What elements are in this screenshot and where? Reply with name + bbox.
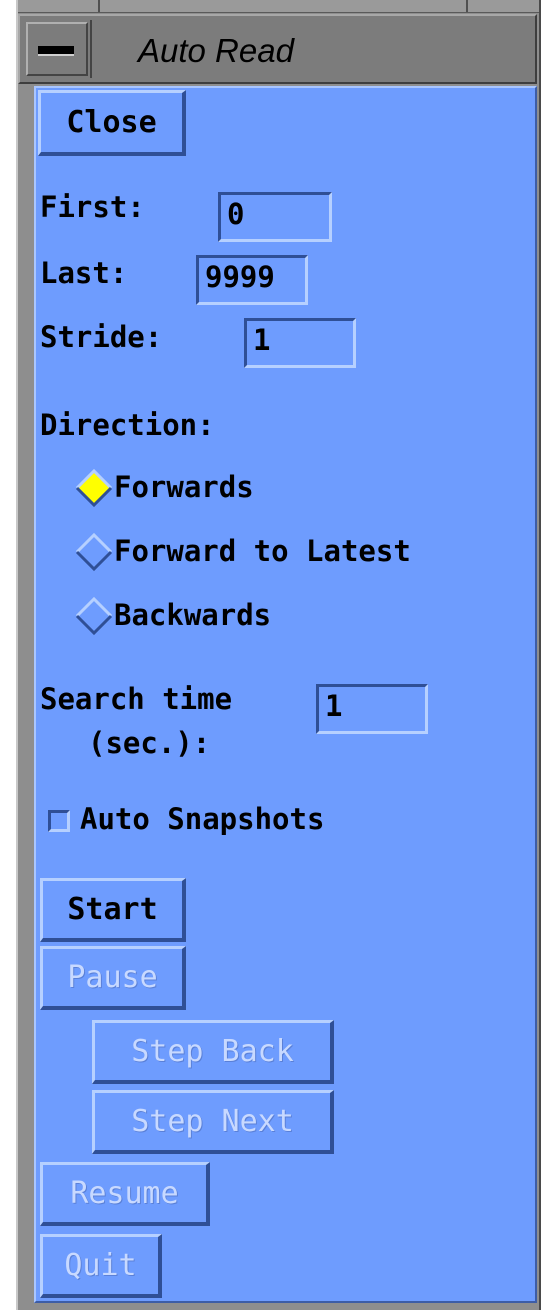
first-label: First: — [40, 190, 145, 224]
title-separator — [90, 20, 120, 78]
first-input[interactable]: 0 — [218, 192, 332, 242]
radio-unselected-icon[interactable] — [74, 596, 114, 636]
direction-option-forward-to-latest[interactable]: Forward to Latest — [114, 534, 411, 568]
last-input[interactable]: 9999 — [196, 255, 308, 305]
auto-snapshots-checkbox[interactable] — [48, 810, 70, 832]
resume-button[interactable]: Resume — [40, 1162, 210, 1226]
title-bar[interactable]: Auto Read — [18, 14, 537, 84]
step-next-button[interactable]: Step Next — [92, 1090, 334, 1154]
window-menu-icon — [38, 46, 74, 56]
start-button[interactable]: Start — [40, 878, 186, 942]
stride-label: Stride: — [40, 320, 163, 354]
auto-snapshots-label[interactable]: Auto Snapshots — [80, 802, 324, 836]
window-menu-button[interactable] — [26, 22, 88, 76]
frame-top-strip — [18, 0, 539, 13]
quit-button[interactable]: Quit — [40, 1234, 162, 1298]
window-title: Auto Read — [138, 32, 294, 69]
direction-option-backwards[interactable]: Backwards — [114, 598, 271, 632]
direction-option-forwards[interactable]: Forwards — [114, 470, 254, 504]
close-button[interactable]: Close — [38, 90, 186, 156]
search-time-unit-label: (sec.): — [88, 726, 211, 760]
frame-notch — [466, 0, 468, 12]
search-time-label: Search time — [40, 682, 233, 716]
stride-input[interactable]: 1 — [244, 318, 356, 368]
pause-button[interactable]: Pause — [40, 946, 186, 1010]
frame-notch — [98, 0, 100, 12]
search-time-input[interactable]: 1 — [316, 684, 428, 734]
last-label: Last: — [40, 256, 128, 290]
radio-selected-icon[interactable] — [74, 468, 114, 508]
step-back-button[interactable]: Step Back — [92, 1020, 334, 1084]
direction-label: Direction: — [40, 408, 215, 442]
radio-unselected-icon[interactable] — [74, 532, 114, 572]
